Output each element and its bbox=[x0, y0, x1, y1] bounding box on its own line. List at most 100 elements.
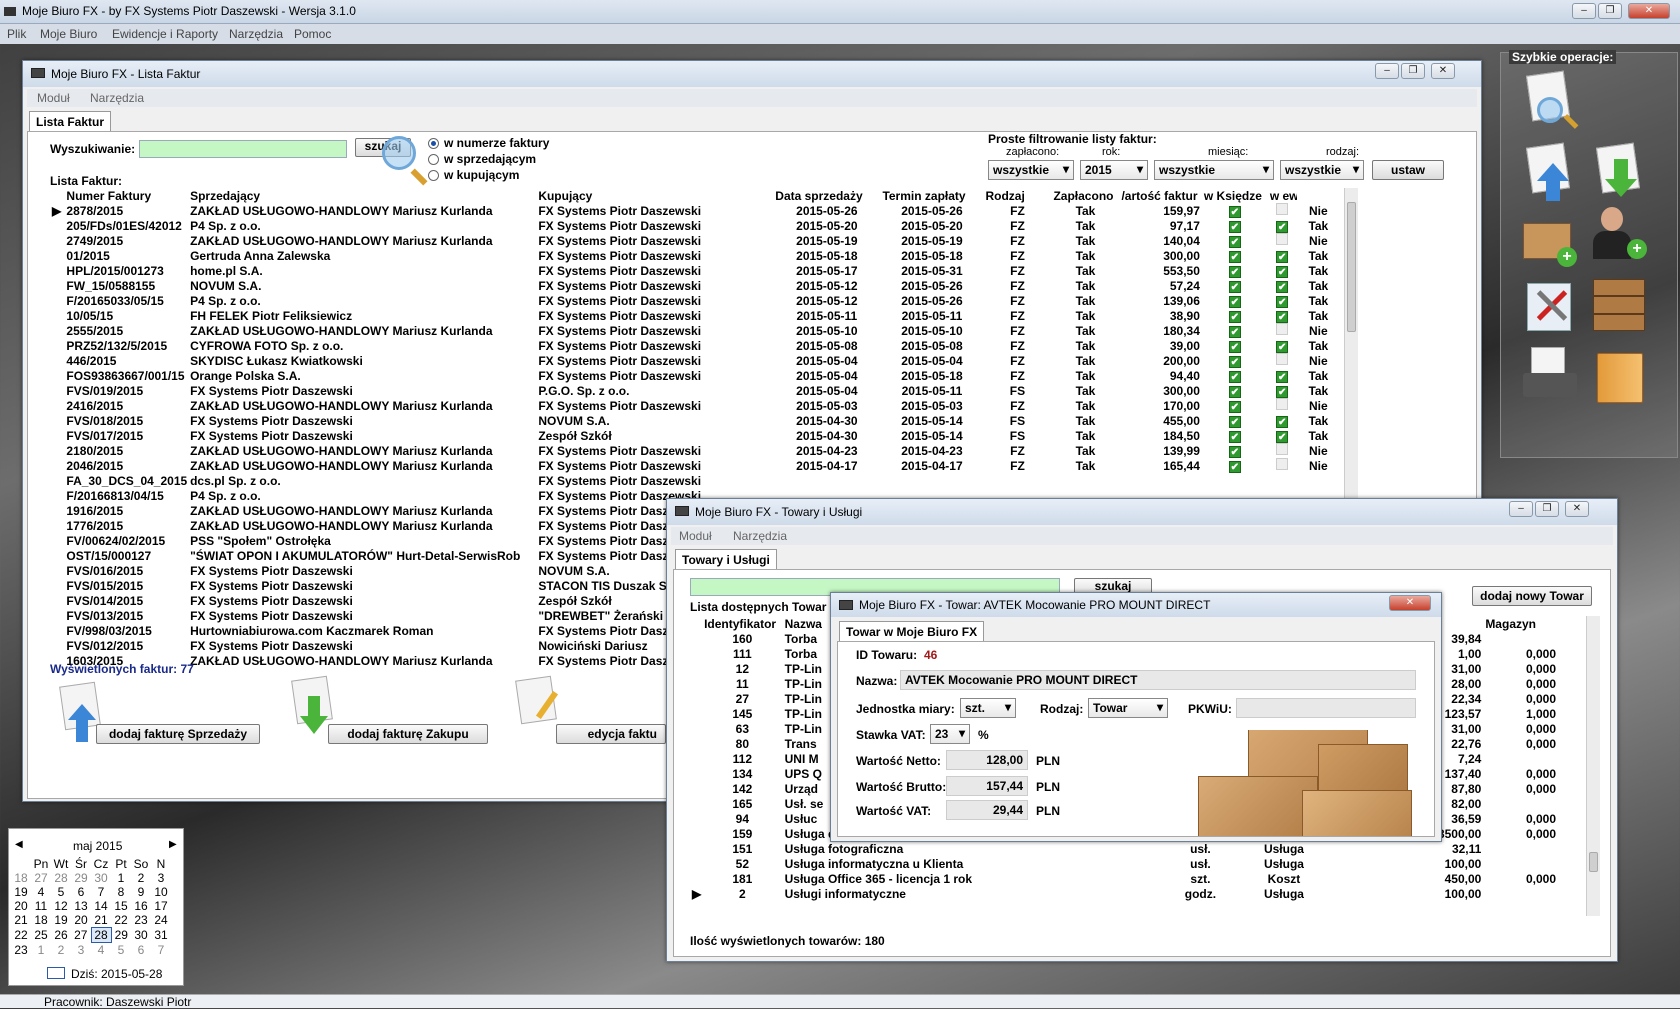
calendar-day[interactable]: 21 bbox=[91, 913, 111, 928]
radio-buyer[interactable] bbox=[428, 170, 439, 181]
calendar-day[interactable]: 15 bbox=[111, 899, 131, 913]
table-row[interactable]: F/20165033/05/15 P4 Sp. z o.o. FX Systems … bbox=[50, 293, 1340, 308]
table-row[interactable]: 2555/2015 ZAKŁAD USŁUGOWO-HANDLOWY Marius… bbox=[50, 323, 1340, 338]
in-vat-cell[interactable] bbox=[1268, 458, 1297, 473]
table-row[interactable]: 446/2015 SKYDISC Łukasz Kwiatkowski FX Sys… bbox=[50, 353, 1340, 368]
search-invoice-icon[interactable] bbox=[1523, 70, 1579, 131]
calendar-day[interactable]: 9 bbox=[131, 885, 151, 899]
table-row[interactable]: HPL/2015/001273 home.pl S.A. FX Systems Pi… bbox=[50, 263, 1340, 278]
calendar-day[interactable]: 4 bbox=[31, 885, 51, 899]
in-vat-cell[interactable]: ✔ bbox=[1268, 278, 1297, 293]
table-row[interactable]: 01/2015 Gertruda Anna Zalewska FX Systems … bbox=[50, 248, 1340, 263]
in-vat-cell[interactable] bbox=[1268, 473, 1297, 488]
in-vat-cell[interactable] bbox=[1268, 398, 1297, 413]
in-ledger-cell[interactable]: ✔ bbox=[1202, 308, 1268, 323]
calendar-day[interactable]: 3 bbox=[151, 871, 171, 885]
in-vat-cell[interactable] bbox=[1268, 323, 1297, 338]
table-row[interactable]: 205/FDs/01ES/42012 P4 Sp. z o.o. FX System… bbox=[50, 218, 1340, 233]
in-ledger-cell[interactable]: ✔ bbox=[1202, 413, 1268, 428]
warehouse-icon[interactable] bbox=[1591, 275, 1649, 335]
table-row[interactable]: 52 Usługa informatyczna u Klienta usł. Usłu… bbox=[690, 856, 1580, 871]
calendar-day[interactable]: 4 bbox=[91, 943, 111, 957]
calendar-day[interactable]: 5 bbox=[51, 885, 71, 899]
col-header[interactable]: /artość faktur bbox=[1119, 188, 1202, 203]
maximize-button[interactable]: ❐ bbox=[1598, 3, 1622, 19]
filter-month-select[interactable]: wszystkie bbox=[1154, 160, 1274, 180]
calendar-day[interactable]: 8 bbox=[111, 885, 131, 899]
invoice-sale-icon[interactable] bbox=[1523, 142, 1579, 205]
calendar-day[interactable]: 16 bbox=[131, 899, 151, 913]
calendar-day[interactable]: 26 bbox=[51, 928, 71, 943]
products-maximize-button[interactable]: ❐ bbox=[1535, 501, 1559, 517]
calendar-day[interactable]: 5 bbox=[111, 943, 131, 958]
calendar-day[interactable]: 22 bbox=[111, 913, 131, 928]
in-ledger-cell[interactable]: ✔ bbox=[1202, 443, 1268, 458]
calendar-day[interactable]: 14 bbox=[91, 899, 111, 913]
in-ledger-cell[interactable]: ✔ bbox=[1202, 293, 1268, 308]
invoice-maximize-button[interactable]: ❐ bbox=[1401, 63, 1425, 79]
kind-select[interactable]: Towar bbox=[1088, 698, 1168, 718]
calendar-day[interactable]: 27 bbox=[31, 871, 51, 885]
menu-moje-biuro[interactable]: Moje Biuro bbox=[40, 27, 97, 41]
in-ledger-cell[interactable]: ✔ bbox=[1202, 248, 1268, 263]
col-header[interactable]: Zapłacono bbox=[1051, 188, 1120, 203]
pkwiu-field[interactable] bbox=[1236, 698, 1416, 718]
add-contractor-icon[interactable]: + bbox=[1591, 203, 1649, 263]
in-vat-cell[interactable]: ✔ bbox=[1268, 338, 1297, 353]
products-minimize-button[interactable]: – bbox=[1509, 501, 1533, 517]
products-scrollbar[interactable] bbox=[1586, 616, 1600, 916]
calendar-day[interactable]: 11 bbox=[31, 899, 51, 913]
minimize-button[interactable]: – bbox=[1572, 3, 1596, 19]
table-row[interactable]: 2416/2015 ZAKŁAD USŁUGOWO-HANDLOWY Marius… bbox=[50, 398, 1340, 413]
unit-select[interactable]: szt. bbox=[960, 698, 1016, 718]
add-purchase-invoice-button[interactable]: dodaj fakturę Zakupu bbox=[328, 724, 488, 744]
calendar-next-icon[interactable]: ▶ bbox=[169, 839, 177, 850]
calendar-today-icon[interactable] bbox=[47, 967, 65, 979]
table-row[interactable]: FVS/017/2015 FX Systems Piotr Daszewski Ze… bbox=[50, 428, 1340, 443]
apply-filter-button[interactable]: ustaw bbox=[1372, 160, 1444, 180]
calendar-day[interactable]: 13 bbox=[71, 899, 91, 913]
table-row[interactable]: FOS93863667/001/15 Orange Polska S.A. FX S… bbox=[50, 368, 1340, 383]
table-row[interactable]: 151 Usługa fotograficzna usł. Usługa 32,11 bbox=[690, 841, 1580, 856]
in-vat-cell[interactable] bbox=[1268, 443, 1297, 458]
calendar-day[interactable]: 19 bbox=[51, 913, 71, 928]
col-header[interactable]: w ew. VAT bbox=[1267, 188, 1297, 203]
invoice-close-button[interactable]: ✕ bbox=[1431, 63, 1455, 79]
table-row[interactable]: FVS/018/2015 FX Systems Piotr Daszewski NO… bbox=[50, 413, 1340, 428]
product-name-field[interactable]: AVTEK Mocowanie PRO MOUNT DIRECT bbox=[900, 670, 1416, 690]
in-vat-cell[interactable] bbox=[1268, 353, 1297, 368]
calendar-day[interactable]: 17 bbox=[151, 899, 171, 913]
menu-narzedzia[interactable]: Narzędzia bbox=[733, 529, 787, 543]
invoice-minimize-button[interactable]: – bbox=[1375, 63, 1399, 79]
calendar-day[interactable]: 30 bbox=[91, 871, 111, 885]
in-vat-cell[interactable]: ✔ bbox=[1268, 293, 1297, 308]
in-vat-cell[interactable]: ✔ bbox=[1268, 248, 1297, 263]
in-ledger-cell[interactable]: ✔ bbox=[1202, 458, 1268, 473]
printer-icon[interactable] bbox=[1521, 347, 1581, 407]
calendar-day[interactable]: 27 bbox=[71, 928, 91, 943]
close-button[interactable]: ✕ bbox=[1628, 3, 1670, 19]
calendar-day[interactable]: 1 bbox=[111, 871, 131, 885]
calendar-day[interactable]: 12 bbox=[51, 899, 71, 913]
in-ledger-cell[interactable] bbox=[1202, 473, 1268, 488]
in-vat-cell[interactable] bbox=[1268, 233, 1297, 248]
calendar-day[interactable]: 29 bbox=[111, 928, 131, 943]
in-vat-cell[interactable]: ✔ bbox=[1268, 428, 1297, 443]
calendar-day[interactable]: 3 bbox=[71, 943, 91, 958]
filter-kind-select[interactable]: wszystkie bbox=[1280, 160, 1364, 180]
col-header[interactable]: Kupujący bbox=[536, 188, 774, 203]
table-row[interactable]: PRZ52/132/5/2015 CYFROWA FOTO Sp. z o.o. F… bbox=[50, 338, 1340, 353]
table-row[interactable]: ▶ 2 Usługi informatyczne godz. Usługa 100,00 bbox=[690, 886, 1580, 901]
menu-ewidencje[interactable]: Ewidencje i Raporty bbox=[112, 27, 218, 41]
menu-plik[interactable]: Plik bbox=[7, 27, 26, 41]
tab-towar[interactable]: Towar w Moje Biuro FX bbox=[839, 621, 985, 642]
menu-modul[interactable]: Moduł bbox=[37, 91, 70, 105]
in-ledger-cell[interactable]: ✔ bbox=[1202, 278, 1268, 293]
in-ledger-cell[interactable]: ✔ bbox=[1202, 338, 1268, 353]
table-row[interactable]: 2046/2015 ZAKŁAD USŁUGOWO-HANDLOWY Marius… bbox=[50, 458, 1340, 473]
filter-year-select[interactable]: 2015 bbox=[1080, 160, 1148, 180]
col-header[interactable]: Rodzaj bbox=[983, 188, 1052, 203]
calendar-day[interactable]: 2 bbox=[131, 871, 151, 885]
in-ledger-cell[interactable]: ✔ bbox=[1202, 263, 1268, 278]
in-vat-cell[interactable]: ✔ bbox=[1268, 218, 1297, 233]
